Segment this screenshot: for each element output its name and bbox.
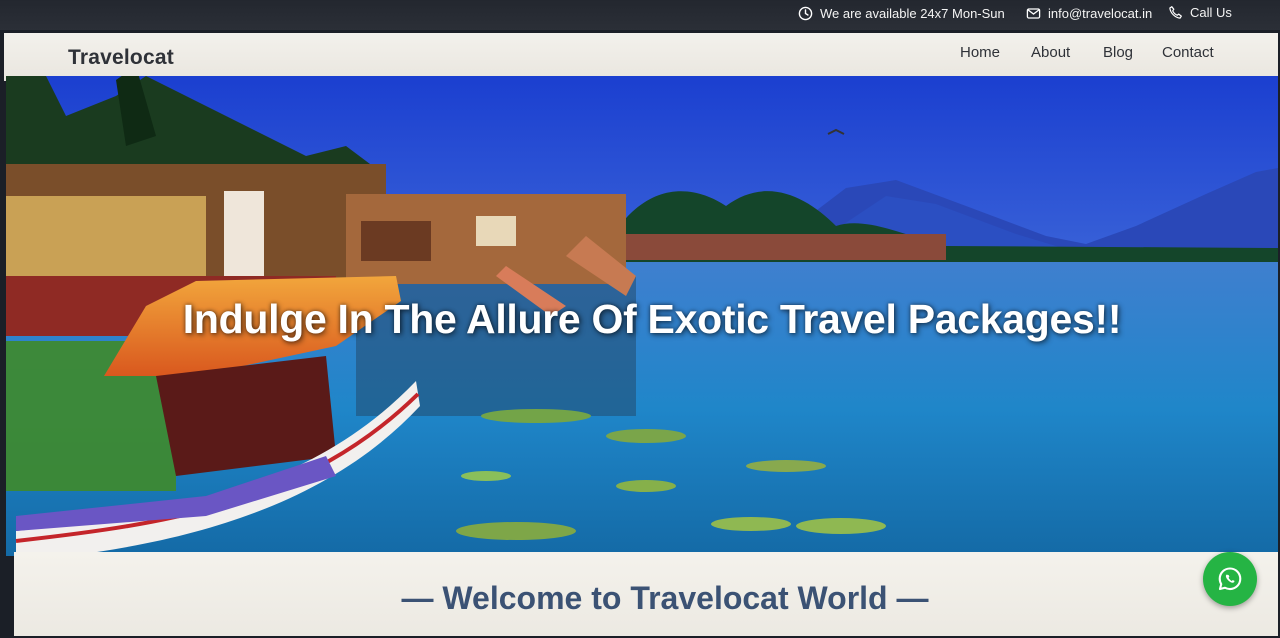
nav-contact[interactable]: Contact — [1162, 44, 1214, 61]
nav-home[interactable]: Home — [960, 44, 1000, 61]
hero-banner: Indulge In The Allure Of Exotic Travel P… — [6, 76, 1278, 556]
email-text: info@travelocat.in — [1048, 6, 1153, 21]
welcome-section: — Welcome to Travelocat World — — [14, 552, 1278, 636]
email-link[interactable]: info@travelocat.in — [1026, 6, 1152, 21]
availability-info: We are available 24x7 Mon-Sun — [798, 6, 1005, 21]
whatsapp-button[interactable] — [1203, 552, 1257, 606]
availability-text: We are available 24x7 Mon-Sun — [820, 6, 1005, 21]
nav-about[interactable]: About — [1031, 44, 1070, 61]
mail-icon — [1026, 8, 1041, 19]
call-us-link[interactable]: Call Us — [1168, 5, 1232, 20]
welcome-title: — Welcome to Travelocat World — — [401, 580, 929, 616]
top-info-bar: We are available 24x7 Mon-Sun info@trave… — [0, 0, 1280, 30]
brand-logo[interactable]: Travelocat — [68, 46, 174, 70]
hero-headline: Indulge In The Allure Of Exotic Travel P… — [182, 296, 1122, 342]
call-us-text: Call Us — [1190, 5, 1232, 20]
whatsapp-icon — [1218, 567, 1242, 591]
phone-icon — [1169, 6, 1182, 19]
nav-blog[interactable]: Blog — [1103, 44, 1133, 61]
main-navbar: Travelocat Home About Blog Contact — [4, 33, 1278, 81]
clock-icon — [798, 6, 813, 21]
